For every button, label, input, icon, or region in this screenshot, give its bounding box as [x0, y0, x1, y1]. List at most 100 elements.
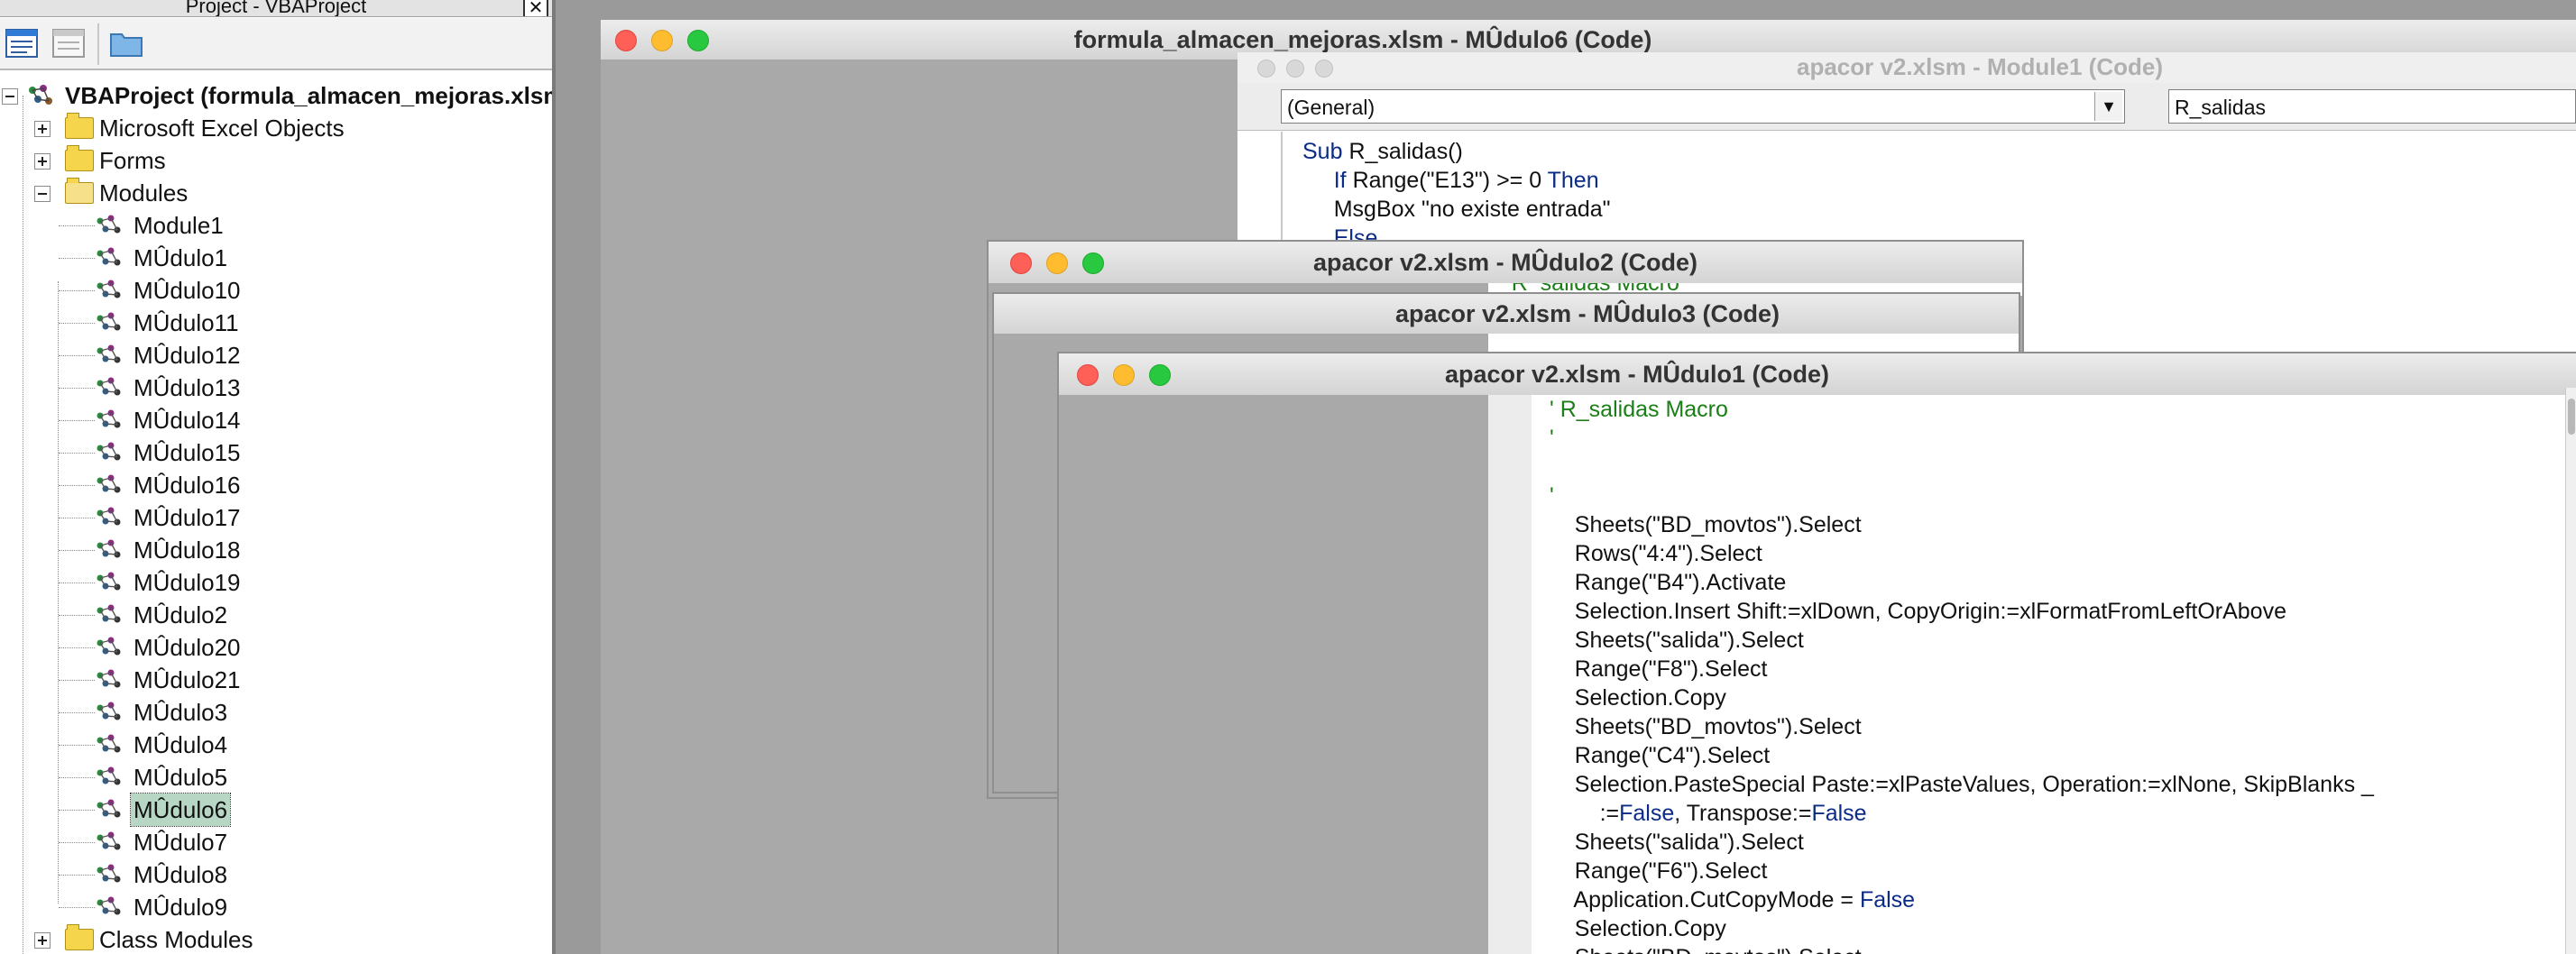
view-code-icon[interactable] — [51, 25, 87, 61]
tree-module-item[interactable]: MÛdulo9 — [0, 891, 552, 923]
module-icon — [94, 343, 124, 368]
close-window-button[interactable] — [1257, 60, 1275, 78]
tree-connector — [59, 258, 95, 259]
vba-project-icon — [25, 83, 56, 108]
project-explorer-title: Project - VBAProject — [185, 0, 367, 17]
window-title: apacor v2.xlsm - Module1 (Code) — [1797, 53, 2163, 80]
view-object-icon[interactable] — [4, 25, 40, 61]
module-icon — [94, 700, 124, 725]
module-icon — [94, 830, 124, 855]
code-keyword: False — [1859, 887, 1916, 913]
code-token: Sheets("BD_movtos").Select — [1550, 512, 1862, 537]
tree-module-item[interactable]: MÛdulo15 — [0, 436, 552, 469]
tree-connector — [59, 453, 95, 454]
code-keyword: Then — [1547, 168, 1599, 193]
toggle-folders-icon[interactable] — [108, 25, 144, 61]
collapse-toggle[interactable] — [34, 186, 51, 202]
code-token: Selection.PasteSpecial Paste:=xlPasteVal… — [1550, 772, 2374, 797]
close-icon[interactable]: ✕ — [523, 0, 548, 16]
module-label: MÛdulo2 — [133, 601, 228, 628]
folder-label: Class Modules — [99, 926, 253, 953]
folder-label: Modules — [99, 179, 189, 206]
code-keyword: False — [1619, 801, 1675, 826]
tree-module-item[interactable]: MÛdulo18 — [0, 534, 552, 566]
tree-module-item[interactable]: MÛdulo6 — [0, 793, 552, 827]
tree-module-item[interactable]: MÛdulo17 — [0, 501, 552, 534]
tree-module-item[interactable]: MÛdulo10 — [0, 274, 552, 307]
tree-module-item[interactable]: MÛdulo8 — [0, 858, 552, 891]
tree-module-item[interactable]: MÛdulo19 — [0, 566, 552, 599]
scrollbar-thumb[interactable] — [2568, 399, 2575, 435]
code-line: Selection.Copy — [1550, 914, 1726, 943]
code-token: Application.CutCopyMode = — [1550, 887, 1860, 913]
tree-module-item[interactable]: MÛdulo14 — [0, 404, 552, 436]
tree-module-item[interactable]: MÛdulo11 — [0, 307, 552, 339]
tree-folder-modules[interactable]: Modules — [0, 177, 552, 209]
tree-folder-forms[interactable]: Forms — [0, 144, 552, 177]
tree-connector — [59, 485, 95, 486]
module-icon — [94, 894, 124, 920]
code-line: ' R_salidas Macro — [1550, 395, 1728, 424]
tree-folder-excel-objects[interactable]: Microsoft Excel Objects — [0, 112, 552, 144]
code-line: Sheets("BD_movtos").Select — [1550, 943, 1862, 954]
expand-toggle[interactable] — [34, 153, 51, 170]
tree-module-item[interactable]: MÛdulo5 — [0, 761, 552, 793]
zoom-window-button[interactable] — [1315, 60, 1333, 78]
vertical-scrollbar[interactable] — [2565, 388, 2576, 954]
tree-module-item[interactable]: MÛdulo12 — [0, 339, 552, 372]
module-label: MÛdulo18 — [133, 537, 241, 564]
minimize-window-button[interactable] — [1286, 60, 1304, 78]
code-token: Selection.Insert Shift:=xlDown, CopyOrig… — [1550, 599, 2286, 624]
module-label: MÛdulo9 — [133, 894, 228, 921]
tree-module-item[interactable]: MÛdulo2 — [0, 599, 552, 631]
code-token: Range("F6").Select — [1550, 858, 1768, 884]
collapse-toggle[interactable] — [2, 88, 18, 105]
code-line: Sub R_salidas() — [1302, 137, 1463, 166]
tree-module-item[interactable]: MÛdulo13 — [0, 372, 552, 404]
tree-folder-class-modules[interactable]: Class Modules — [0, 923, 552, 954]
tree-connector — [59, 680, 95, 681]
zoom-window-button[interactable] — [1149, 364, 1171, 386]
close-window-button[interactable] — [1077, 364, 1099, 386]
tree-module-item[interactable]: MÛdulo16 — [0, 469, 552, 501]
expand-toggle[interactable] — [34, 932, 51, 949]
tree-root-vbaproject[interactable]: VBAProject (formula_almacen_mejoras.xlsm… — [0, 79, 552, 112]
code-line: :=False, Transpose:=False — [1550, 799, 1867, 828]
code-token: Rows("4:4").Select — [1550, 541, 1762, 566]
module-icon — [94, 505, 124, 530]
code-token: R_salidas() — [1348, 139, 1463, 164]
tree-module-item[interactable]: MÛdulo1 — [0, 242, 552, 274]
tree-connector — [59, 907, 95, 908]
code-window-modulo1: apacor v2.xlsm - MÛdulo1 (Code) ' R_sali… — [1057, 352, 2576, 954]
module-icon — [94, 602, 124, 628]
tree-module-item[interactable]: Module1 — [0, 209, 552, 242]
object-dropdown[interactable]: (General) ▼ — [1281, 89, 2125, 124]
module-label: MÛdulo6 — [129, 793, 232, 827]
tree-connector — [59, 290, 95, 291]
tree-connector — [59, 355, 95, 356]
window-titlebar: apacor v2.xlsm - Module1 (Code) — [1237, 52, 2576, 84]
module-label: MÛdulo20 — [133, 634, 241, 661]
code-token: Range("B4").Activate — [1550, 570, 1787, 595]
chevron-down-icon[interactable]: ▼ — [2094, 92, 2122, 121]
module-label: MÛdulo3 — [133, 699, 228, 726]
folder-icon — [65, 145, 94, 171]
module-label: MÛdulo16 — [133, 472, 241, 499]
tree-module-item[interactable]: MÛdulo4 — [0, 729, 552, 761]
tree-module-item[interactable]: MÛdulo20 — [0, 631, 552, 664]
code-line: Sheets("salida").Select — [1550, 626, 1804, 655]
expand-toggle[interactable] — [34, 121, 51, 137]
window-titlebar: apacor v2.xlsm - MÛdulo3 (Code) — [994, 294, 2019, 335]
tree-module-item[interactable]: MÛdulo21 — [0, 664, 552, 696]
code-token: , Transpose:= — [1674, 801, 1812, 826]
code-token: Sheets("BD_movtos").Select — [1550, 714, 1862, 739]
tree-module-item[interactable]: MÛdulo7 — [0, 826, 552, 858]
minimize-window-button[interactable] — [1113, 364, 1135, 386]
procedure-dropdown[interactable]: R_salidas — [2168, 89, 2576, 124]
code-line: Range("F6").Select — [1550, 857, 1768, 885]
tree-connector — [59, 550, 95, 551]
tree-module-item[interactable]: MÛdulo3 — [0, 696, 552, 729]
code-token: Range("C4").Select — [1550, 743, 1771, 768]
code-editor-modulo1[interactable]: ' R_salidas Macro ' ' Sheets("BD_movtos").… — [1532, 395, 2576, 954]
